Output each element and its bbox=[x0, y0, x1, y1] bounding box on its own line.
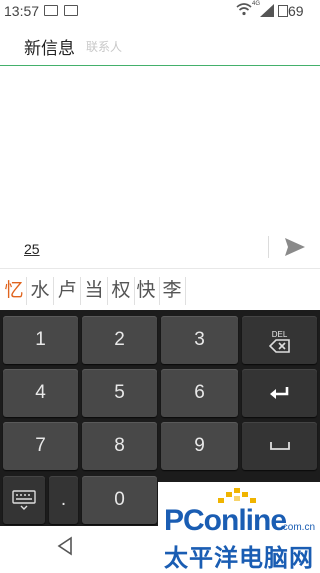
status-bar: 13:57 4G 69 bbox=[0, 0, 320, 22]
watermark-brand: PConline bbox=[164, 504, 287, 537]
candidate-word[interactable]: 权 bbox=[108, 279, 134, 301]
candidate-word[interactable]: 水 bbox=[27, 279, 53, 301]
dot-key[interactable]: . bbox=[49, 476, 78, 524]
network-type-label: 4G bbox=[252, 1, 261, 7]
key-9[interactable]: 9 bbox=[161, 422, 238, 470]
pconline-watermark: PConline .com.cn 太平洋电脑网 bbox=[158, 482, 320, 572]
candidate-word[interactable]: 卢 bbox=[54, 279, 80, 301]
page-title: 新信息 bbox=[24, 39, 75, 59]
key-7[interactable]: 7 bbox=[3, 422, 78, 470]
keyboard-switch-icon bbox=[12, 490, 36, 510]
send-icon bbox=[285, 238, 305, 256]
candidate-bar: 忆 水 卢 当 权 快 李 bbox=[0, 268, 320, 311]
key-8[interactable]: 8 bbox=[82, 422, 157, 470]
watermark-domain: .com.cn bbox=[280, 522, 316, 533]
app-bar: 新信息 联系人 bbox=[0, 22, 320, 66]
candidate-word[interactable]: 忆 bbox=[1, 279, 27, 301]
candidate-divider bbox=[185, 277, 186, 305]
backspace-icon bbox=[268, 338, 290, 353]
signal-icon bbox=[260, 4, 274, 17]
recipient-hint[interactable]: 联系人 bbox=[86, 38, 122, 55]
candidate-word[interactable]: 当 bbox=[81, 279, 107, 301]
wifi-icon bbox=[236, 3, 252, 16]
key-0[interactable]: 0 bbox=[82, 476, 157, 524]
battery-level: 69 bbox=[288, 3, 304, 19]
delete-key-label: DEL bbox=[271, 329, 288, 339]
back-icon[interactable] bbox=[56, 536, 74, 556]
watermark-logo-mark bbox=[218, 488, 256, 503]
battery-icon bbox=[278, 5, 288, 17]
key-6[interactable]: 6 bbox=[161, 369, 238, 417]
space-key[interactable] bbox=[242, 422, 317, 470]
message-input[interactable]: 25 bbox=[24, 241, 40, 257]
image-notification-icon bbox=[44, 5, 58, 16]
key-1[interactable]: 1 bbox=[3, 316, 78, 364]
input-divider bbox=[268, 236, 269, 258]
space-icon bbox=[269, 442, 290, 450]
message-notification-icon bbox=[64, 5, 78, 16]
candidate-word[interactable]: 快 bbox=[133, 279, 159, 301]
status-time: 13:57 bbox=[4, 3, 40, 19]
message-compose-area[interactable]: 25 bbox=[0, 66, 320, 264]
delete-key[interactable]: DEL bbox=[242, 316, 317, 364]
keyboard-switch-key[interactable] bbox=[3, 476, 45, 524]
enter-key[interactable] bbox=[242, 369, 317, 417]
key-4[interactable]: 4 bbox=[3, 369, 78, 417]
enter-icon bbox=[269, 387, 288, 399]
send-button[interactable] bbox=[280, 232, 310, 262]
candidate-word[interactable]: 李 bbox=[159, 279, 185, 301]
key-5[interactable]: 5 bbox=[82, 369, 157, 417]
key-2[interactable]: 2 bbox=[82, 316, 157, 364]
key-3[interactable]: 3 bbox=[161, 316, 238, 364]
